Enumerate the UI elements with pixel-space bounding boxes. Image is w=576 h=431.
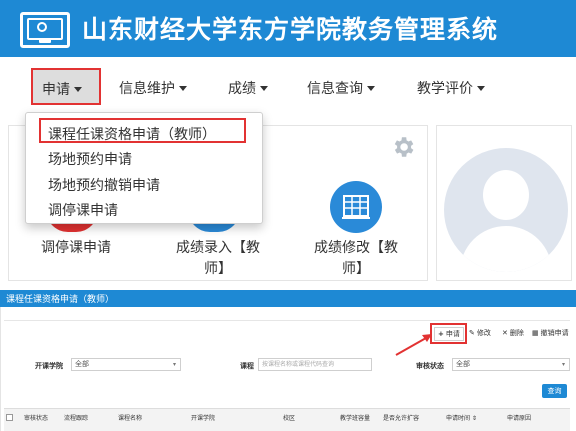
menu-highlight-box [39, 118, 246, 143]
column-header[interactable]: 教学班容量 [340, 413, 370, 422]
divider [4, 320, 570, 321]
menu-item-venue-booking-cancel[interactable]: 场地预约撤销申请 [48, 175, 160, 195]
gear-icon[interactable] [390, 134, 416, 160]
column-header[interactable]: 校区 [283, 413, 295, 422]
grade-modify-shortcut[interactable] [330, 181, 382, 233]
edit-icon: ✎ [469, 329, 475, 337]
tile-label-grade-entry: 成绩录入【教 师】 [176, 240, 260, 277]
nav-item-label: 信息查询 [307, 81, 363, 97]
nav-item-info-query[interactable]: 信息查询 [307, 78, 375, 98]
caret-down-icon [477, 86, 485, 91]
status-select[interactable]: 全部 ▾ [452, 358, 570, 371]
college-label: 开课学院 [35, 362, 63, 370]
caret-down-icon: ▾ [172, 361, 176, 368]
table-icon [342, 195, 370, 219]
column-header[interactable]: 申请原因 [507, 413, 531, 422]
nav-item-label: 申请 [42, 82, 70, 98]
sub-page-header: 课程任课资格申请（教师） [0, 290, 576, 307]
app-header: 山东财经大学东方学院教务管理系统 [0, 0, 576, 57]
menu-item-reschedule[interactable]: 调停课申请 [48, 200, 118, 220]
column-header[interactable]: 是否允许扩容 [383, 413, 419, 422]
nav-item-info-maintenance[interactable]: 信息维护 [119, 78, 187, 98]
nav-item-label: 信息维护 [119, 81, 175, 97]
college-select[interactable]: 全部 ▾ [71, 358, 181, 371]
arrow-icon [395, 334, 432, 356]
column-header[interactable]: 流程跟踪 [64, 413, 88, 422]
column-header[interactable]: 申请时间 ⇕ [446, 413, 477, 422]
modify-button[interactable]: ✎ 修改 [469, 327, 491, 341]
query-button[interactable]: 查询 [542, 384, 567, 398]
caret-down-icon [74, 87, 82, 92]
nav-item-label: 教学评价 [417, 81, 473, 97]
nav-item-apply[interactable]: 申请 [31, 68, 101, 105]
menu-item-venue-booking[interactable]: 场地预约申请 [48, 149, 132, 169]
column-header[interactable]: 开课学院 [191, 413, 215, 422]
tile-label-grade-modify: 成绩修改【教 师】 [314, 240, 398, 277]
course-search-input[interactable]: 按课程名称或课程代码查询 [258, 358, 372, 371]
caret-down-icon [260, 86, 268, 91]
status-label: 审核状态 [416, 362, 444, 370]
nav-item-grades[interactable]: 成绩 [228, 78, 268, 98]
grid-icon: ▦ [532, 329, 539, 337]
caret-down-icon [367, 86, 375, 91]
nav-item-teaching-eval[interactable]: 教学评价 [417, 78, 485, 98]
select-all-checkbox[interactable] [6, 414, 13, 421]
withdraw-button[interactable]: ▦ 撤销申请 [532, 327, 569, 341]
teacher-board-icon [20, 12, 70, 48]
course-label: 课程 [240, 362, 254, 370]
sub-page-title: 课程任课资格申请（教师） [6, 295, 115, 305]
column-header[interactable]: 审核状态 [24, 413, 48, 422]
caret-down-icon [179, 86, 187, 91]
delete-button[interactable]: ✕ 删除 [502, 327, 524, 341]
caret-down-icon: ▾ [561, 361, 565, 368]
column-header[interactable]: 课程名称 [118, 413, 142, 422]
nav-item-label: 成绩 [228, 81, 256, 97]
avatar [444, 148, 568, 272]
system-title: 山东财经大学东方学院教务管理系统 [82, 15, 499, 44]
tile-label-reschedule: 调停课申请 [41, 240, 111, 256]
close-icon: ✕ [502, 329, 508, 337]
